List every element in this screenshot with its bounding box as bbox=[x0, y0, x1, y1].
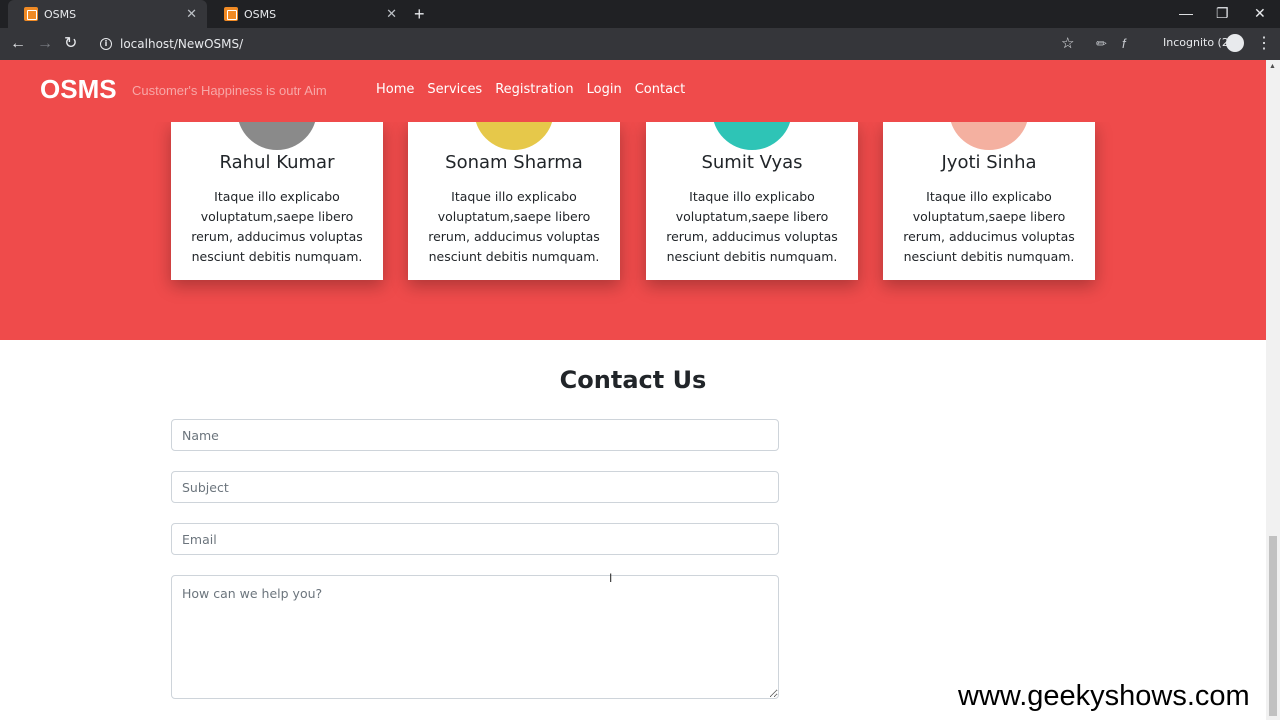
customer-card: Rahul Kumar Itaque illo explicabo volupt… bbox=[171, 70, 383, 280]
customer-text: Itaque illo explicabo voluptatum,saepe l… bbox=[191, 189, 363, 264]
customer-text: Itaque illo explicabo voluptatum,saepe l… bbox=[903, 189, 1075, 264]
new-tab-button[interactable]: + bbox=[414, 4, 425, 24]
text-cursor-icon: I bbox=[609, 571, 613, 585]
minimize-icon[interactable]: — bbox=[1179, 4, 1193, 22]
browser-tab-1[interactable]: OSMS ✕ bbox=[8, 0, 207, 28]
customer-text: Itaque illo explicabo voluptatum,saepe l… bbox=[666, 189, 838, 264]
incognito-label[interactable]: Incognito (2) bbox=[1163, 36, 1233, 49]
nav-home[interactable]: Home bbox=[376, 82, 414, 97]
subject-field[interactable] bbox=[171, 471, 779, 503]
page-viewport: Rahul Kumar Itaque illo explicabo volupt… bbox=[0, 60, 1266, 720]
site-nav: Home Services Registration Login Contact bbox=[376, 82, 685, 97]
url-text: localhost/NewOSMS/ bbox=[120, 37, 244, 51]
nav-registration[interactable]: Registration bbox=[495, 82, 573, 97]
name-field[interactable] bbox=[171, 419, 779, 451]
customer-name: Sonam Sharma bbox=[445, 152, 583, 173]
site-brand[interactable]: OSMS bbox=[40, 74, 117, 105]
nav-services[interactable]: Services bbox=[427, 82, 482, 97]
extension-icon[interactable]: ✏ bbox=[1096, 35, 1107, 53]
contact-title: Contact Us bbox=[559, 366, 707, 394]
xampp-favicon-icon bbox=[24, 7, 38, 21]
window-close-icon[interactable]: ✕ bbox=[1254, 4, 1266, 22]
tab-close-icon[interactable]: ✕ bbox=[186, 8, 197, 21]
scroll-up-arrow-icon[interactable]: ▲ bbox=[1269, 63, 1276, 70]
customer-name: Jyoti Sinha bbox=[941, 152, 1037, 173]
page-scrollbar[interactable]: ▲ bbox=[1266, 60, 1280, 720]
nav-login[interactable]: Login bbox=[587, 82, 622, 97]
message-textarea[interactable] bbox=[171, 575, 779, 699]
reload-icon[interactable]: ↻ bbox=[64, 34, 77, 54]
function-extension-icon[interactable]: f bbox=[1122, 35, 1126, 53]
customer-card: Sumit Vyas Itaque illo explicabo volupta… bbox=[646, 70, 858, 280]
incognito-icon[interactable] bbox=[1226, 34, 1244, 52]
customer-card: Jyoti Sinha Itaque illo explicabo volupt… bbox=[883, 70, 1095, 280]
scrollbar-thumb[interactable] bbox=[1269, 536, 1277, 716]
bookmark-star-icon[interactable]: ☆ bbox=[1061, 34, 1074, 54]
nav-contact[interactable]: Contact bbox=[635, 82, 686, 97]
customer-text: Itaque illo explicabo voluptatum,saepe l… bbox=[428, 189, 600, 264]
tab-title: OSMS bbox=[44, 7, 77, 21]
site-navbar: OSMS Customer's Happiness is outr Aim Ho… bbox=[0, 60, 1266, 122]
customer-name: Sumit Vyas bbox=[701, 152, 803, 173]
watermark-text: www.geekyshows.com bbox=[958, 680, 1250, 712]
customer-card: Sonam Sharma Itaque illo explicabo volup… bbox=[408, 70, 620, 280]
tab-close-icon[interactable]: ✕ bbox=[386, 8, 397, 21]
forward-arrow-icon[interactable]: → bbox=[37, 34, 53, 54]
email-field[interactable] bbox=[171, 523, 779, 555]
customer-name: Rahul Kumar bbox=[219, 152, 335, 173]
menu-kebab-icon[interactable]: ⋮ bbox=[1256, 34, 1272, 54]
address-bar[interactable]: i localhost/NewOSMS/ bbox=[92, 32, 1082, 56]
restore-icon[interactable]: ❐ bbox=[1216, 4, 1229, 22]
site-tagline: Customer's Happiness is outr Aim bbox=[132, 83, 327, 98]
tab-title: OSMS bbox=[244, 7, 277, 21]
browser-toolbar: ← → ↻ i localhost/NewOSMS/ ☆ ✏ f Incogni… bbox=[0, 28, 1280, 60]
info-icon[interactable]: i bbox=[100, 38, 112, 50]
back-arrow-icon[interactable]: ← bbox=[10, 34, 26, 54]
xampp-favicon-icon bbox=[224, 7, 238, 21]
browser-tab-2[interactable]: OSMS ✕ bbox=[208, 0, 407, 28]
browser-tab-strip: OSMS ✕ OSMS ✕ + — ❐ ✕ bbox=[0, 0, 1280, 28]
